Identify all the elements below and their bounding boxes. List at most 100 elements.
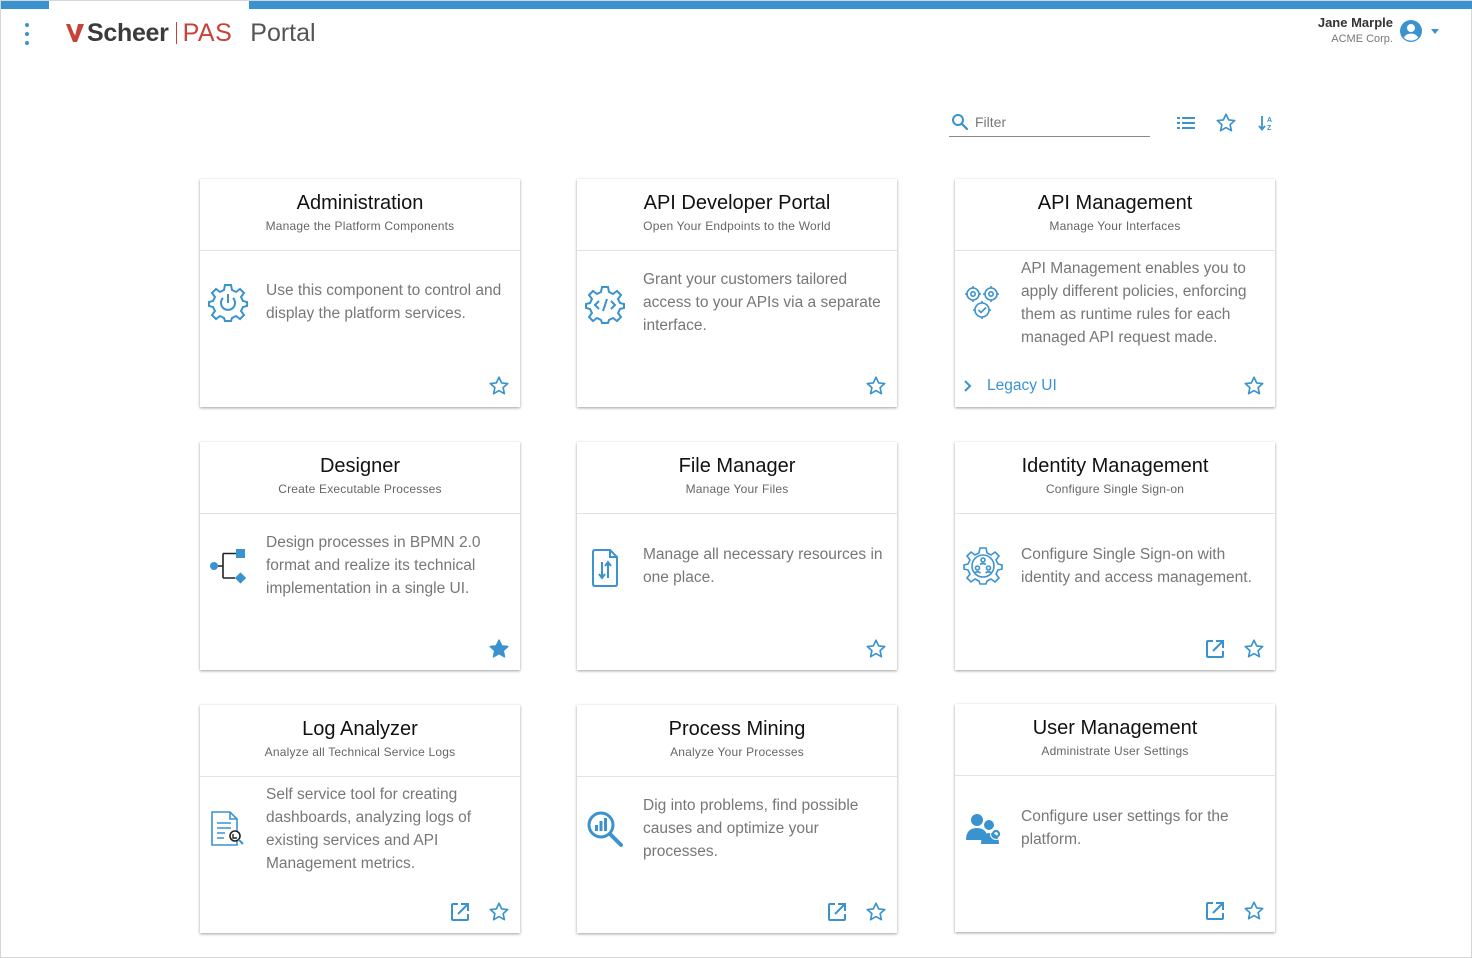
card-header: Log Analyzer Analyze all Technical Servi… — [200, 705, 520, 777]
filter-input[interactable] — [975, 111, 1147, 133]
card-subtitle: Manage the Platform Components — [265, 219, 455, 233]
gear-power-icon — [208, 284, 248, 322]
app-card-identity-management[interactable]: Identity Management Configure Single Sig… — [955, 442, 1275, 670]
card-body: Configure user settings for the platform… — [955, 776, 1275, 931]
card-body: Grant your customers tailored access to … — [577, 251, 897, 406]
card-header: Administration Manage the Platform Compo… — [200, 179, 520, 251]
svg-text:A: A — [1267, 117, 1272, 124]
legacy-ui-label: Legacy UI — [987, 377, 1057, 394]
sort-icon[interactable]: A Z — [1255, 112, 1277, 134]
card-description: Manage all necessary resources in one pl… — [643, 546, 883, 586]
favorites-filter-star-icon[interactable] — [1215, 112, 1237, 134]
app-header: Scheer PAS Portal Jane Marple ACME Corp. — [1, 9, 1472, 61]
card-header: User Management Administrate User Settin… — [955, 704, 1275, 776]
app-card-api-developer-portal[interactable]: API Developer Portal Open Your Endpoints… — [577, 179, 897, 407]
favorite-star-icon[interactable] — [488, 901, 510, 923]
document-search-icon — [211, 811, 244, 846]
card-title: File Manager — [678, 455, 796, 477]
card-description: Configure user settings for the platform… — [1021, 808, 1229, 848]
card-subtitle: Analyze Your Processes — [670, 745, 804, 759]
card-title: Designer — [319, 455, 401, 477]
app-card-user-management[interactable]: User Management Administrate User Settin… — [955, 704, 1275, 932]
favorite-star-icon[interactable] — [865, 375, 887, 397]
legacy-ui-link[interactable]: Legacy UI — [963, 375, 1057, 397]
card-title: API Developer Portal — [643, 192, 831, 214]
card-body: Configure Single Sign-on with identity a… — [955, 514, 1275, 669]
top-bar-notch — [49, 1, 249, 9]
user-name: Jane Marple — [1317, 15, 1393, 30]
logo-brand: Scheer — [87, 18, 169, 47]
card-header: API Developer Portal Open Your Endpoints… — [577, 179, 897, 251]
logo-product: PAS — [182, 18, 233, 47]
app-name: Portal — [250, 18, 316, 47]
file-transfer-icon — [592, 549, 618, 587]
favorite-star-icon[interactable] — [1243, 638, 1265, 660]
card-header: Designer Create Executable Processes — [200, 442, 520, 514]
favorite-star-icon[interactable] — [488, 375, 510, 397]
card-title: Log Analyzer — [302, 718, 418, 740]
card-subtitle: Manage Your Files — [685, 482, 789, 496]
card-title: Process Mining — [668, 718, 806, 740]
card-header: Identity Management Configure Single Sig… — [955, 442, 1275, 514]
card-title: Identity Management — [1021, 455, 1209, 477]
favorite-star-icon[interactable] — [865, 901, 887, 923]
open-external-icon[interactable] — [450, 902, 470, 922]
card-description: Dig into problems, find possible causes … — [643, 797, 859, 860]
card-header: API Management Manage Your Interfaces — [955, 179, 1275, 251]
account-circle-icon[interactable] — [1399, 19, 1423, 43]
app-card-process-mining[interactable]: Process Mining Analyze Your Processes Di… — [577, 705, 897, 933]
app-logo[interactable]: Scheer PAS Portal — [65, 17, 316, 49]
favorite-star-icon[interactable] — [865, 638, 887, 660]
card-subtitle: Open Your Endpoints to the World — [643, 219, 831, 233]
card-subtitle: Configure Single Sign-on — [1045, 482, 1185, 496]
app-card-designer[interactable]: Designer Create Executable Processes Des… — [200, 442, 520, 670]
user-info[interactable]: Jane Marple ACME Corp. — [1318, 15, 1393, 47]
card-title: Administration — [296, 192, 424, 214]
user-company: ACME Corp. — [1331, 33, 1393, 45]
card-description: Use this component to control and displa… — [266, 282, 502, 322]
card-subtitle: Analyze all Technical Service Logs — [264, 745, 456, 759]
app-card-file-manager[interactable]: File Manager Manage Your Files Manage al… — [577, 442, 897, 670]
open-external-icon[interactable] — [1205, 901, 1225, 921]
favorite-star-icon[interactable] — [1243, 375, 1265, 397]
card-body: Self service tool for creating dashboard… — [200, 777, 520, 932]
card-header: Process Mining Analyze Your Processes — [577, 705, 897, 777]
card-subtitle: Administrate User Settings — [1041, 744, 1189, 758]
card-body: Manage all necessary resources in one pl… — [577, 514, 897, 669]
app-card-api-management[interactable]: API Management Manage Your Interfaces AP… — [955, 179, 1275, 407]
process-flow-icon — [210, 549, 247, 584]
card-description: Design processes in BPMN 2.0 format and … — [266, 534, 481, 597]
card-body: Use this component to control and displa… — [200, 251, 520, 406]
card-body: Design processes in BPMN 2.0 format and … — [200, 514, 520, 669]
menu-dot — [25, 23, 29, 27]
app-card-administration[interactable]: Administration Manage the Platform Compo… — [200, 179, 520, 407]
card-title: API Management — [1037, 192, 1193, 214]
list-view-icon[interactable] — [1175, 112, 1197, 134]
card-description: Grant your customers tailored access to … — [643, 271, 881, 334]
open-external-icon[interactable] — [827, 902, 847, 922]
main-menu-button[interactable] — [19, 23, 35, 45]
card-description: Self service tool for creating dashboard… — [266, 786, 472, 872]
card-subtitle: Manage Your Interfaces — [1049, 219, 1181, 233]
card-header: File Manager Manage Your Files — [577, 442, 897, 514]
account-dropdown-icon[interactable] — [1431, 29, 1439, 34]
open-external-icon[interactable] — [1205, 639, 1225, 659]
gear-code-icon — [585, 286, 625, 324]
scheer-logo-icon — [66, 24, 84, 42]
menu-dot — [25, 32, 29, 36]
app-card-log-analyzer[interactable]: Log Analyzer Analyze all Technical Servi… — [200, 705, 520, 933]
svg-text:Z: Z — [1267, 125, 1272, 132]
card-body: Dig into problems, find possible causes … — [577, 777, 897, 932]
users-gear-icon — [966, 814, 1002, 844]
card-body: API Management enables you to apply diff… — [955, 251, 1275, 406]
top-accent-bar — [1, 1, 1472, 9]
chevron-right-icon — [964, 380, 972, 392]
card-title: User Management — [1032, 717, 1198, 739]
favorite-star-filled-icon[interactable] — [488, 638, 510, 660]
filter-field[interactable] — [949, 107, 1150, 137]
favorite-star-icon[interactable] — [1243, 900, 1265, 922]
gear-users-icon — [963, 547, 1003, 585]
gears-check-icon — [965, 286, 999, 319]
search-icon — [952, 114, 969, 131]
card-description: Configure Single Sign-on with identity a… — [1021, 546, 1252, 586]
